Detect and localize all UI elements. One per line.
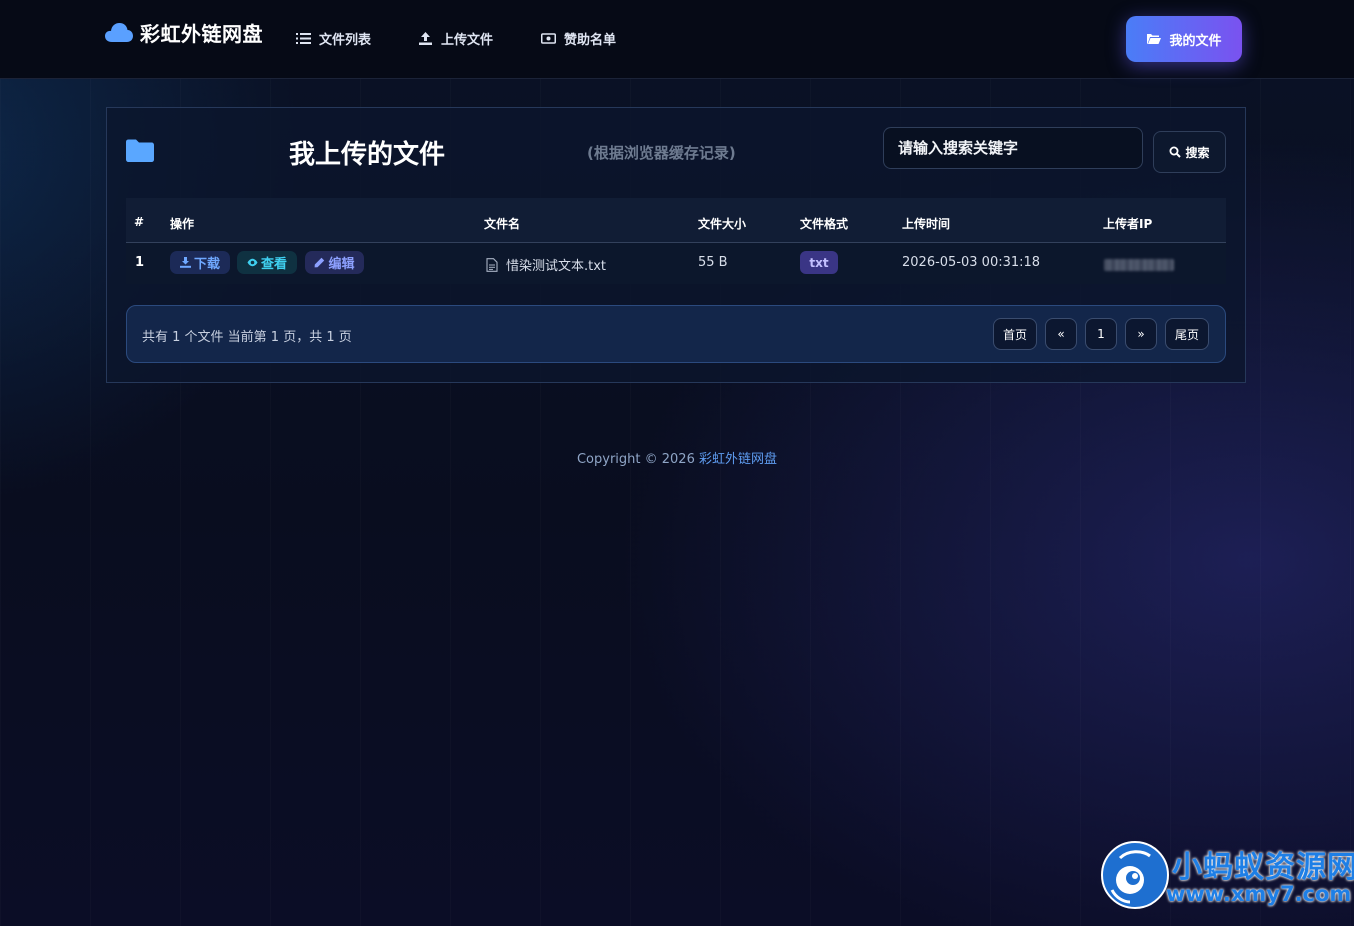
nav-file-list-label: 文件列表 xyxy=(319,32,372,48)
upload-time: 2026-05-03 00:31:18 xyxy=(902,255,1041,270)
cloud-icon xyxy=(105,23,133,42)
uploader-ip-redacted xyxy=(1104,259,1174,271)
search-input[interactable] xyxy=(883,127,1143,169)
col-filename: 文件名 xyxy=(484,217,521,231)
my-files-label: 我的文件 xyxy=(1169,33,1222,49)
list-icon xyxy=(296,32,311,44)
row-index: 1 xyxy=(135,255,145,270)
page-title: 我上传的文件 xyxy=(289,140,446,170)
files-table: # 操作 文件名 文件大小 文件格式 上传时间 上传者IP 1 下载 查看 编辑… xyxy=(126,198,1226,284)
brand-logo[interactable]: 彩虹外链网盘 xyxy=(104,18,263,46)
table-header: # 操作 文件名 文件大小 文件格式 上传时间 上传者IP xyxy=(126,198,1226,243)
edit-button[interactable]: 编辑 xyxy=(305,251,364,274)
folder-open-icon xyxy=(1147,34,1162,44)
last-page-button[interactable]: 尾页 xyxy=(1165,318,1209,350)
col-ip: 上传者IP xyxy=(1103,217,1153,231)
file-size: 55 B xyxy=(698,255,728,270)
pagination-summary: 共有 1 个文件 当前第 1 页，共 1 页 xyxy=(142,330,352,345)
format-badge: txt xyxy=(800,251,838,274)
next-page-button[interactable]: » xyxy=(1125,318,1157,350)
search-button-label: 搜索 xyxy=(1185,145,1210,160)
first-page-button[interactable]: 首页 xyxy=(993,318,1037,350)
view-label: 查看 xyxy=(260,257,287,272)
watermark-url: www.xmy7.com xyxy=(1166,882,1352,906)
footer-site-link[interactable]: 彩虹外链网盘 xyxy=(699,452,777,467)
search-icon xyxy=(1169,146,1182,158)
nav-sponsors[interactable]: 赞助名单 xyxy=(541,28,616,48)
nav-upload-label: 上传文件 xyxy=(441,32,494,48)
file-name[interactable]: 惜染测试文本.txt xyxy=(486,255,606,274)
file-text-icon xyxy=(486,258,498,272)
nav-upload[interactable]: 上传文件 xyxy=(418,28,493,48)
download-label: 下载 xyxy=(193,257,220,272)
my-files-button[interactable]: 我的文件 xyxy=(1126,16,1242,62)
nav-sponsors-label: 赞助名单 xyxy=(564,32,617,48)
file-name-text: 惜染测试文本.txt xyxy=(506,259,607,274)
download-icon xyxy=(179,257,191,268)
my-files-panel: 我上传的文件 (根据浏览器缓存记录) 搜索 # 操作 文件名 文件大小 文件格式… xyxy=(106,107,1246,383)
money-icon xyxy=(541,32,556,44)
col-size: 文件大小 xyxy=(698,217,747,231)
table-row: 1 下载 查看 编辑 惜染测试文本.txt 55 B txt 2026-05-0… xyxy=(126,243,1226,284)
col-time: 上传时间 xyxy=(902,217,951,231)
pagination-bar: 共有 1 个文件 当前第 1 页，共 1 页 首页 « 1 » 尾页 xyxy=(126,305,1226,363)
copyright-text: Copyright © 2026 xyxy=(576,452,695,467)
view-button[interactable]: 查看 xyxy=(237,251,297,274)
page-subtitle: (根据浏览器缓存记录) xyxy=(587,144,736,162)
upload-icon xyxy=(419,31,432,45)
ant-logo-icon xyxy=(1101,841,1169,909)
nav-file-list[interactable]: 文件列表 xyxy=(296,28,371,48)
search-button[interactable]: 搜索 xyxy=(1153,131,1226,173)
prev-page-button[interactable]: « xyxy=(1045,318,1077,350)
edit-label: 编辑 xyxy=(328,257,355,272)
brand-name: 彩虹外链网盘 xyxy=(140,21,263,46)
footer: Copyright © 2026 彩虹外链网盘 xyxy=(0,448,1354,467)
page-1-button[interactable]: 1 xyxy=(1085,318,1117,350)
top-navbar: 彩虹外链网盘 文件列表 上传文件 赞助名单 我的文件 xyxy=(0,0,1354,79)
col-index: # xyxy=(134,215,145,229)
eye-icon xyxy=(247,258,258,267)
watermark: 小蚂蚁资源网 www.xmy7.com xyxy=(1098,838,1354,914)
folder-icon xyxy=(126,139,154,162)
col-actions: 操作 xyxy=(170,217,195,231)
col-format: 文件格式 xyxy=(800,217,849,231)
watermark-title: 小蚂蚁资源网 xyxy=(1172,850,1354,885)
download-button[interactable]: 下载 xyxy=(170,251,230,274)
pencil-icon xyxy=(315,257,325,268)
